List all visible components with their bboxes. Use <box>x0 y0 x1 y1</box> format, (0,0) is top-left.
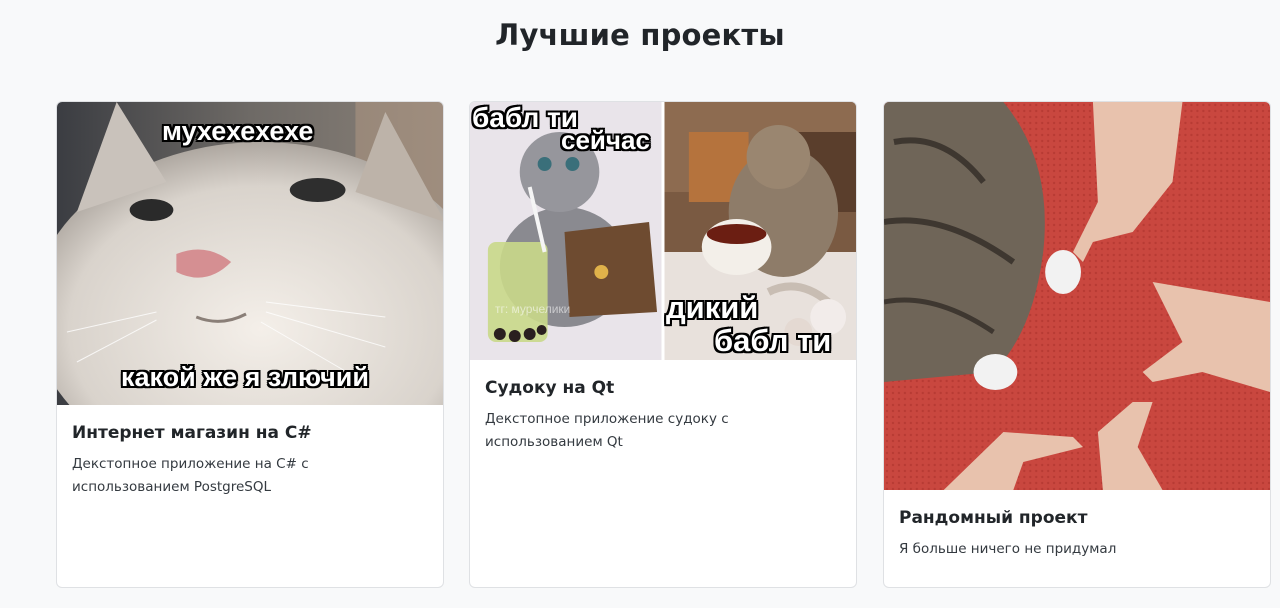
card-description: Декстопное приложение на C# с использова… <box>72 456 309 495</box>
card-image-bubble-tea-cats: бабл ти сейчас дикий бабл ти тг: мурчели… <box>470 102 856 360</box>
card-title[interactable]: Судоку на Qt <box>485 378 841 398</box>
project-card-internet-shop[interactable]: мухехехехе какой же я злючий Интернет ма… <box>56 101 444 588</box>
meme-caption-top-2: сейчас <box>561 125 650 155</box>
card-description: Я больше ничего не придумал <box>899 541 1117 557</box>
meme-caption-top: мухехехехе <box>162 116 314 146</box>
card-description: Декстопное приложение судоку с использов… <box>485 411 729 450</box>
meme-caption-bottom-1: дикий <box>666 290 759 325</box>
section-title: Лучшие проекты <box>495 18 785 52</box>
card-title[interactable]: Интернет магазин на C# <box>72 423 428 443</box>
image-watermark: тг: мурчелики <box>495 302 571 316</box>
card-image-cat-paws-star <box>884 102 1270 490</box>
card-image-angry-cat: мухехехехе какой же я злючий <box>57 102 443 405</box>
project-card-random[interactable]: Рандомный проект Я больше ничего не прид… <box>883 101 1271 588</box>
card-title[interactable]: Рандомный проект <box>899 508 1255 528</box>
meme-caption-bottom-2: бабл ти <box>714 323 832 358</box>
project-card-sudoku[interactable]: бабл ти сейчас дикий бабл ти тг: мурчели… <box>469 101 857 588</box>
meme-caption-bottom: какой же я злючий <box>121 362 369 392</box>
